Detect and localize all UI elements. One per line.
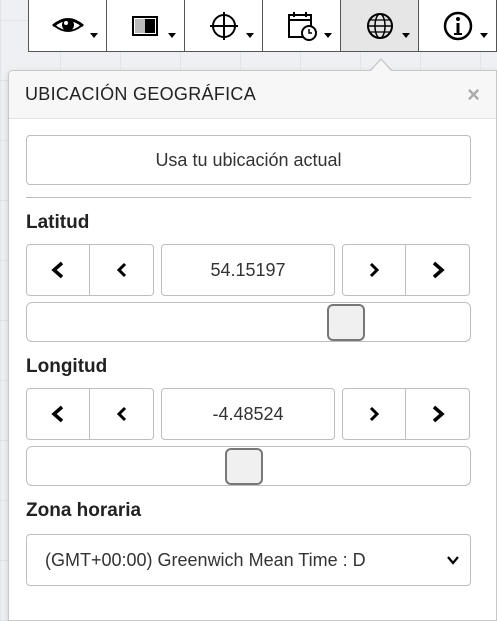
- chevron-left-icon: [116, 406, 126, 422]
- latitude-slider-handle[interactable]: [327, 304, 365, 341]
- latitude-decrease-fast-button[interactable]: [26, 244, 90, 296]
- close-icon[interactable]: ×: [467, 83, 480, 106]
- chevron-down-icon: [246, 33, 254, 38]
- visibility-menu-button[interactable]: [29, 0, 107, 51]
- timezone-selected-value: (GMT+00:00) Greenwich Mean Time : D: [45, 549, 366, 570]
- eye-icon: [51, 17, 84, 32]
- target-menu-button[interactable]: [185, 0, 263, 51]
- longitude-stepper: -4.48524: [26, 388, 479, 440]
- crosshair-icon: [209, 11, 238, 40]
- timezone-label: Zona horaria: [26, 500, 142, 521]
- longitude-decrease-fast-button[interactable]: [26, 388, 90, 440]
- chevron-left-icon: [116, 262, 126, 278]
- contrast-menu-button[interactable]: [107, 0, 185, 51]
- double-chevron-right-icon: [432, 261, 445, 279]
- latitude-decrease-button[interactable]: [90, 244, 154, 296]
- chevron-down-icon: [480, 33, 488, 38]
- latitude-increase-button[interactable]: [342, 244, 406, 296]
- double-chevron-right-icon: [432, 405, 445, 423]
- latitude-label: Latitud: [26, 212, 90, 233]
- chevron-right-icon: [369, 262, 380, 278]
- latitude-slider[interactable]: [26, 302, 471, 342]
- latitude-stepper: 54.15197: [26, 244, 479, 296]
- divider: [26, 197, 471, 198]
- geo-location-menu-button[interactable]: [341, 0, 419, 51]
- globe-icon: [366, 12, 393, 39]
- info-icon: [443, 11, 472, 40]
- chevron-down-icon: [324, 33, 332, 38]
- latitude-increase-fast-button[interactable]: [406, 244, 470, 296]
- longitude-slider-handle[interactable]: [225, 448, 263, 485]
- longitude-slider[interactable]: [26, 446, 471, 486]
- longitude-decrease-button[interactable]: [90, 388, 154, 440]
- timezone-select[interactable]: (GMT+00:00) Greenwich Mean Time : D: [26, 534, 471, 586]
- chevron-down-icon: [90, 33, 98, 38]
- chevron-right-icon: [369, 406, 380, 422]
- double-chevron-left-icon: [51, 261, 64, 279]
- datetime-menu-button[interactable]: [263, 0, 341, 51]
- longitude-label: Longitud: [26, 356, 108, 377]
- calendar-clock-icon: [287, 11, 317, 41]
- longitude-increase-fast-button[interactable]: [406, 388, 470, 440]
- use-current-location-button[interactable]: Usa tu ubicación actual: [26, 135, 471, 185]
- toolbar: [28, 0, 497, 52]
- panel-title: UBICACIÓN GEOGRÁFICA: [25, 84, 257, 104]
- chevron-down-icon: [402, 33, 410, 38]
- popover-arrow-inner: [370, 60, 392, 72]
- longitude-increase-button[interactable]: [342, 388, 406, 440]
- panel-header: UBICACIÓN GEOGRÁFICA ×: [9, 71, 496, 119]
- chevron-down-icon: [447, 556, 459, 565]
- longitude-input[interactable]: -4.48524: [161, 388, 335, 440]
- chevron-down-icon: [168, 33, 176, 38]
- double-chevron-left-icon: [51, 405, 64, 423]
- geo-location-panel: UBICACIÓN GEOGRÁFICA × Usa tu ubicación …: [8, 70, 497, 621]
- latitude-input[interactable]: 54.15197: [161, 244, 335, 296]
- contrast-icon: [131, 15, 158, 36]
- info-menu-button[interactable]: [419, 0, 496, 51]
